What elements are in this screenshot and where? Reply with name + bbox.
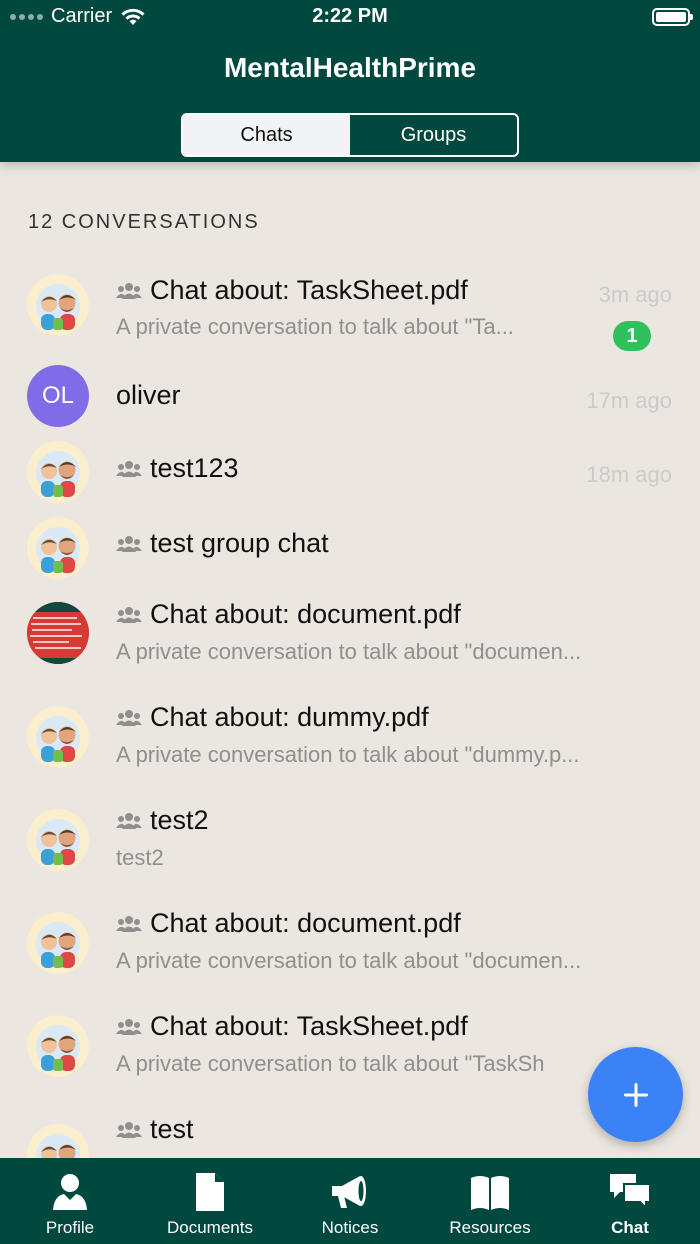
tab-resources[interactable]: Resources: [420, 1158, 560, 1244]
conversation-count: 12 CONVERSATIONS: [28, 211, 260, 233]
group-avatar-icon: [27, 809, 89, 871]
conversation-row[interactable]: Chat about: dummy.pdf A private conversa…: [0, 688, 700, 791]
group-avatar-icon: [27, 1124, 89, 1158]
conversation-title: Chat about: document.pdf: [150, 599, 461, 629]
conversation-title-line: Chat about: TaskSheet.pdf: [116, 1011, 468, 1042]
group-avatar-icon: [27, 441, 89, 503]
conversation-row[interactable]: test group chat: [0, 508, 700, 584]
tab-documents[interactable]: Documents: [140, 1158, 280, 1244]
conversation-title-line: Chat about: document.pdf: [116, 908, 461, 939]
plus-icon: [623, 1082, 648, 1107]
conversation-title: test group chat: [150, 528, 329, 558]
tab-profile[interactable]: Profile: [0, 1158, 140, 1244]
conversation-row[interactable]: Chat about: document.pdf A private conve…: [0, 894, 700, 997]
chat-bubbles-icon: [610, 1174, 651, 1211]
group-avatar-icon: [27, 912, 89, 974]
group-avatar-icon: [27, 1015, 89, 1077]
conversation-title: oliver: [116, 380, 181, 410]
group-chat-icon: [116, 535, 142, 552]
conversation-row[interactable]: Chat about: TaskSheet.pdf A private conv…: [0, 260, 700, 356]
conversation-time: 17m ago: [586, 388, 672, 413]
conversation-preview: A private conversation to talk about "du…: [116, 742, 580, 767]
group-avatar-icon: [27, 706, 89, 768]
group-chat-icon: [116, 915, 142, 932]
status-time: 2:22 PM: [312, 5, 388, 27]
conversation-row[interactable]: test2 test2: [0, 791, 700, 894]
group-avatar-icon: [27, 274, 89, 336]
status-bar: Carrier 2:22 PM: [0, 0, 700, 34]
conversation-preview: test2: [116, 845, 164, 870]
conversation-preview: A private conversation to talk about "Ta…: [116, 314, 514, 339]
user-avatar: OL: [27, 365, 89, 427]
conversation-title: Chat about: TaskSheet.pdf: [150, 1011, 468, 1041]
conversation-row[interactable]: OL oliver 17m ago: [0, 356, 700, 432]
conversation-title-line: oliver: [116, 380, 181, 411]
chats-groups-segmented-control: Chats Groups: [181, 113, 519, 157]
conversation-title: Chat about: dummy.pdf: [150, 702, 429, 732]
tab-label: Chat: [611, 1218, 649, 1237]
conversation-title: Chat about: document.pdf: [150, 908, 461, 938]
megaphone-icon: [332, 1176, 366, 1208]
conversation-title-line: test: [116, 1114, 194, 1145]
conversation-time: 18m ago: [586, 462, 672, 487]
group-chat-icon: [116, 460, 142, 477]
segment-chats[interactable]: Chats: [183, 115, 350, 155]
conversation-title-line: Chat about: dummy.pdf: [116, 702, 429, 733]
battery-icon: [652, 8, 693, 26]
conversation-row[interactable]: test123 18m ago: [0, 432, 700, 508]
app-title: MentalHealthPrime: [223, 52, 477, 83]
group-chat-icon: [116, 1121, 142, 1138]
new-conversation-button[interactable]: [588, 1047, 683, 1142]
tab-label: Documents: [167, 1218, 253, 1237]
conversation-title: test123: [150, 453, 239, 483]
conversation-title-line: test group chat: [116, 528, 329, 559]
conversation-title-line: Chat about: TaskSheet.pdf: [116, 275, 468, 306]
group-chat-icon: [116, 812, 142, 829]
conversation-title-line: Chat about: document.pdf: [116, 599, 461, 630]
tab-chat[interactable]: Chat: [560, 1158, 700, 1244]
conversation-time: 3m ago: [598, 282, 672, 307]
group-avatar-icon: [27, 517, 89, 579]
group-chat-icon: [116, 606, 142, 623]
tab-notices[interactable]: Notices: [280, 1158, 420, 1244]
conversation-preview: A private conversation to talk about "do…: [116, 639, 582, 664]
conversation-list: Chat about: TaskSheet.pdf A private conv…: [0, 260, 700, 1158]
conversation-title: test2: [150, 805, 209, 835]
bottom-tab-bar: Profile Documents Notices Resources Chat: [0, 1158, 700, 1244]
conversation-title-line: test123: [116, 453, 239, 484]
tab-label: Notices: [321, 1218, 379, 1237]
tab-label: Profile: [45, 1218, 95, 1237]
conversation-title: test: [150, 1114, 194, 1144]
segment-groups[interactable]: Groups: [350, 115, 517, 155]
document-icon: [196, 1173, 224, 1211]
group-chat-icon: [116, 1018, 142, 1035]
group-chat-icon: [116, 282, 142, 299]
document-thumbnail: [27, 602, 89, 664]
person-icon: [53, 1174, 87, 1210]
unread-badge: 1: [613, 321, 651, 351]
conversation-row[interactable]: Chat about: document.pdf A private conve…: [0, 584, 700, 688]
group-chat-icon: [116, 709, 142, 726]
conversation-title: Chat about: TaskSheet.pdf: [150, 275, 468, 305]
book-icon: [471, 1176, 509, 1210]
conversation-title-line: test2: [116, 805, 209, 836]
conversation-preview: A private conversation to talk about "Ta…: [116, 1051, 545, 1076]
tab-label: Resources: [449, 1218, 531, 1237]
app-header: Carrier 2:22 PM MentalHealthPrime Chats …: [0, 0, 700, 162]
conversation-preview: A private conversation to talk about "do…: [116, 948, 582, 973]
